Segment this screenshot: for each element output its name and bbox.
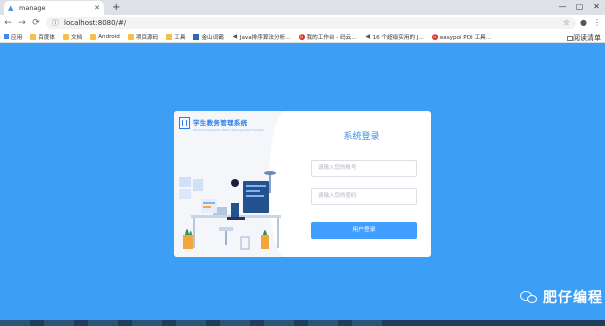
username-input[interactable]: 请输入您的账号 — [311, 160, 417, 177]
bookmark-label: 百度体 — [38, 34, 55, 41]
folder-icon — [30, 33, 37, 40]
page-favicon-icon: ▲ — [8, 3, 14, 12]
toolbar-right: ● ⋮ — [580, 17, 601, 29]
taskbar-item[interactable] — [0, 320, 30, 326]
back-button[interactable]: ← — [2, 18, 14, 28]
dictionary-icon — [193, 33, 200, 40]
login-button[interactable]: 用户登录 — [311, 222, 417, 239]
workspace-illustration — [179, 171, 281, 250]
page-viewport: 学生教务管理系统 Student Academic Affairs Manage… — [0, 43, 605, 320]
bookmark-item[interactable]: ◀ Java排序算法分析... — [232, 33, 291, 41]
brand-header: 学生教务管理系统 Student Academic Affairs Manage… — [179, 117, 264, 132]
watermark-text: 肥仔编程 — [543, 290, 603, 306]
building-logo-icon — [179, 117, 190, 129]
form-title: 系统登录 — [343, 132, 380, 142]
close-window-button[interactable]: ✕ — [588, 0, 605, 15]
bookmark-label: Android — [98, 33, 120, 40]
folder-icon — [166, 33, 173, 40]
speaker-icon: ◀ — [232, 32, 238, 40]
reload-button[interactable]: ⟳ — [30, 18, 42, 28]
bookmark-label: Java排序算法分析... — [239, 34, 291, 41]
taskbar-item[interactable] — [352, 320, 382, 326]
folder-icon — [63, 33, 69, 40]
taskbar-item[interactable] — [264, 320, 294, 326]
taskbar-item[interactable] — [220, 320, 250, 326]
brand-title: 学生教务管理系统 — [193, 119, 248, 127]
profile-avatar-icon[interactable]: ● — [580, 17, 587, 29]
bookmark-item[interactable]: 金山词霸 — [193, 33, 224, 41]
bookmark-label: 应用 — [11, 34, 23, 41]
illustration-pane: 学生教务管理系统 Student Academic Affairs Manage… — [174, 111, 309, 257]
bookmark-label: 文档 — [71, 34, 83, 41]
taskbar-item[interactable] — [308, 320, 338, 326]
bookmark-label: 我的工作台 - 码云... — [306, 34, 357, 41]
taskbar-item[interactable] — [88, 320, 118, 326]
bookmark-item[interactable]: G 我的工作台 - 码云... — [298, 33, 357, 41]
browser-tab[interactable]: ▲ manage ✕ — [4, 1, 104, 15]
login-form: 系统登录 请输入您的账号 请输入您的密码 用户登录 — [292, 111, 431, 257]
browser-toolbar: ← → ⟳ ⓘ localhost:8080/#/ ☆ ● ⋮ — [0, 15, 605, 31]
os-taskbar — [0, 320, 605, 326]
bookmark-item[interactable]: 项目源码 — [127, 33, 159, 41]
site-logo-icon: G — [298, 33, 305, 40]
tab-strip: ▲ manage ✕ + — ▢ ✕ — [0, 0, 605, 15]
folder-icon — [90, 33, 97, 40]
bookmark-label: 16 个超级实用的 J... — [372, 34, 424, 41]
minimize-button[interactable]: — — [554, 0, 571, 15]
taskbar-item[interactable] — [176, 320, 206, 326]
maximize-button[interactable]: ▢ — [571, 0, 588, 15]
site-logo-icon: G — [431, 33, 438, 40]
reading-list-button[interactable]: 阅读清单 — [567, 33, 601, 43]
login-card: 学生教务管理系统 Student Academic Affairs Manage… — [174, 111, 431, 257]
menu-kebab-icon[interactable]: ⋮ — [593, 17, 601, 29]
forward-button[interactable]: → — [16, 18, 28, 28]
brand-subtitle: Student Academic Affairs Management Syst… — [193, 128, 264, 132]
taskbar-item[interactable] — [132, 320, 162, 326]
bookmark-label: 工具 — [174, 34, 186, 41]
folder-icon — [127, 33, 134, 40]
bookmark-label: easypoi POI 工具... — [439, 34, 491, 41]
bookmark-label: 项目源码 — [135, 34, 159, 41]
url-text: localhost:8080/#/ — [64, 19, 127, 27]
chat-bubble-icon — [520, 290, 538, 304]
bookmark-item[interactable]: 文档 — [63, 33, 82, 41]
reading-list-label: 阅读清单 — [573, 34, 601, 42]
wechat-watermark: 肥仔编程 — [520, 287, 603, 307]
bookmark-star-icon[interactable]: ☆ — [563, 18, 570, 27]
bookmark-item[interactable]: 百度体 — [30, 33, 55, 41]
address-bar[interactable]: ⓘ localhost:8080/#/ ☆ — [46, 17, 576, 29]
bookmark-item[interactable]: Geasypoi POI 工具... — [431, 33, 491, 41]
new-tab-button[interactable]: + — [112, 1, 120, 14]
window-controls: — ▢ ✕ — [554, 0, 605, 15]
bookmarks-bar: 应用 百度体 文档 Android 项目源码 工具 金山词霸 ◀ Java排序算法分析... G 我… — [0, 31, 605, 43]
bookmark-label: 金山词霸 — [201, 34, 224, 41]
password-input[interactable]: 请输入您的密码 — [311, 188, 417, 205]
taskbar-item[interactable] — [44, 320, 74, 326]
tab-title: manage — [19, 4, 46, 12]
site-info-icon[interactable]: ⓘ — [52, 18, 59, 28]
apps-grid-icon — [4, 34, 9, 39]
bookmark-item[interactable]: 工具 — [166, 33, 185, 41]
tab-close-icon[interactable]: ✕ — [94, 4, 100, 12]
bookmark-item[interactable]: ◀ 16 个超级实用的 J... — [365, 33, 424, 41]
bookmark-item[interactable]: Android — [90, 33, 120, 40]
bookmark-item[interactable]: 应用 — [4, 33, 22, 41]
speaker-icon: ◀ — [365, 32, 370, 40]
